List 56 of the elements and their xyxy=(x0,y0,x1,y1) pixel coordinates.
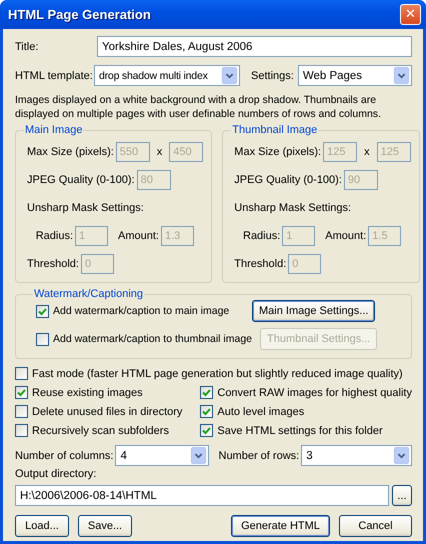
checkbox-label: Delete unused files in directory xyxy=(32,406,182,418)
field-label: Title: xyxy=(15,40,40,52)
checkbox[interactable] xyxy=(36,332,49,346)
group-title: Thumbnail Image xyxy=(231,124,318,136)
field-label: Max Size (pixels): xyxy=(234,146,322,158)
checkbox-label: Convert RAW images for highest quality xyxy=(217,386,412,398)
checkbox-label: Auto level images xyxy=(217,406,304,418)
field-label: Radius: xyxy=(242,230,280,242)
output-directory-field[interactable]: H:\2006\2006-08-14\HTML xyxy=(15,485,389,506)
checkbox-label: Add watermark/caption to main image xyxy=(53,305,230,317)
field-label: JPEG Quality (0-100): xyxy=(234,174,342,186)
field-label: Number of columns: xyxy=(15,450,114,462)
browse-button[interactable]: ... xyxy=(392,485,412,506)
field-label: JPEG Quality (0-100): xyxy=(27,174,135,186)
checkbox-label: Recursively scan subfolders xyxy=(32,424,169,436)
checkbox[interactable] xyxy=(200,386,214,399)
section-label: Unsharp Mask Settings: xyxy=(234,202,352,214)
window-title: HTML Page Generation xyxy=(8,7,151,22)
field-label: Threshold: xyxy=(27,258,79,270)
group-title: Main Image xyxy=(24,124,84,136)
field-label: Amount: xyxy=(325,230,366,242)
group-title: Watermark/Captioning xyxy=(33,288,144,300)
dialog-button[interactable]: Generate HTML xyxy=(231,515,330,537)
field-label: Output directory: xyxy=(15,468,98,480)
settings-button[interactable]: Main Image Settings... xyxy=(252,300,376,322)
checkbox[interactable] xyxy=(15,367,28,380)
close-button[interactable]: ✕ xyxy=(400,4,421,25)
checkbox-label: Fast mode (faster HTML page generation but slightly reduced image quality) xyxy=(32,368,403,380)
checkbox-label: Add watermark/caption to thumbnail image xyxy=(53,333,252,345)
field-label: HTML template: xyxy=(15,70,94,82)
section-label: Unsharp Mask Settings: xyxy=(27,202,144,214)
columns-dropdown[interactable]: 4 xyxy=(115,445,208,466)
checkbox[interactable] xyxy=(15,424,28,437)
template-dropdown[interactable]: drop shadow multi index xyxy=(94,65,240,86)
checkbox[interactable] xyxy=(15,405,28,418)
settings-dropdown[interactable]: Web Pages xyxy=(298,65,412,86)
field-label: Number of rows: xyxy=(218,450,300,462)
times-label: x xyxy=(156,146,162,158)
field-label: Threshold: xyxy=(234,258,286,270)
checkbox[interactable] xyxy=(200,405,214,418)
dialog-button[interactable]: Load... xyxy=(15,515,69,537)
field-label: Amount: xyxy=(118,230,159,242)
field-label: Radius: xyxy=(34,230,73,242)
checkbox[interactable] xyxy=(36,304,49,318)
rows-dropdown[interactable]: 3 xyxy=(301,445,412,466)
field-label: Settings: xyxy=(251,70,294,82)
checkbox[interactable] xyxy=(200,424,214,437)
checkbox[interactable] xyxy=(15,386,28,399)
field-label: Max Size (pixels): xyxy=(27,146,114,158)
times-label: x xyxy=(364,146,370,158)
title-field[interactable]: Yorkshire Dales, August 2006 xyxy=(97,36,412,57)
checkbox-label: Reuse existing images xyxy=(32,386,143,398)
dialog-button[interactable]: Cancel xyxy=(339,515,412,537)
checkbox-label: Save HTML settings for this folder xyxy=(217,424,383,436)
dialog-button[interactable]: Save... xyxy=(78,515,132,537)
template-description: Images displayed on a white background with a drop shadow. Thumbnails are displayed on multiple pages with user definable numbers of rows and columns. xyxy=(15,93,382,121)
